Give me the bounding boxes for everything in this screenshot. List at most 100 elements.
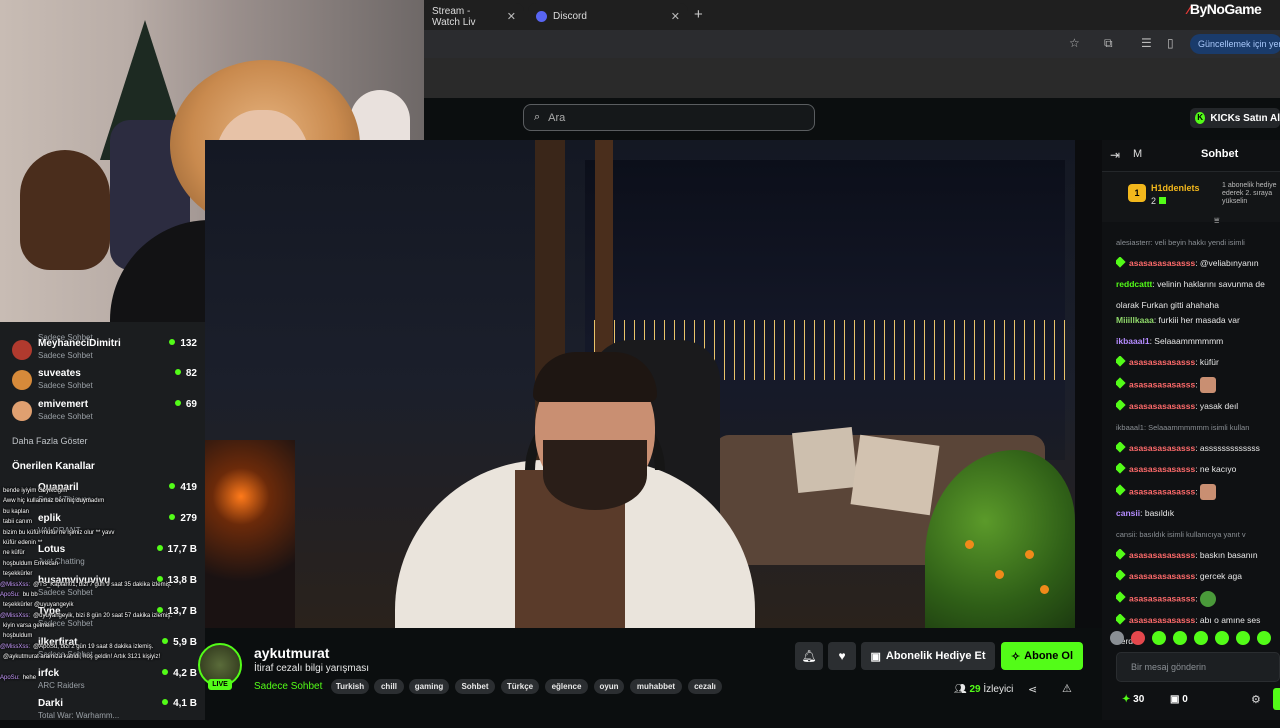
chat-text: baskın basanın	[1199, 550, 1258, 560]
viewer-count-value: 29	[969, 684, 981, 695]
leaderboard-user[interactable]: H1ddenlets	[1151, 183, 1200, 193]
overlay-chat-line: bende iyiyim Geyikciğim	[0, 486, 205, 496]
viewer-count: 82	[174, 368, 197, 379]
channel-points[interactable]: ✦ 30	[1122, 694, 1144, 705]
share-icon[interactable]: ⋖	[1028, 683, 1037, 696]
chat-username[interactable]: ikbaaal1	[1116, 336, 1150, 346]
chat-username[interactable]: asasasasasasss	[1129, 401, 1195, 411]
chat-username[interactable]: asasasasasasss	[1129, 593, 1195, 603]
chat-mode-toggle[interactable]: M	[1133, 148, 1142, 160]
tag-chip[interactable]: Turkish	[331, 679, 369, 694]
chat-username[interactable]: asasasasasasss	[1129, 486, 1195, 496]
tag-chip[interactable]: eğlence	[545, 679, 588, 694]
gift-icon: ▣	[1170, 694, 1180, 705]
subscribe-button[interactable]: ✧ Abone Ol	[1001, 642, 1083, 670]
emote-icon[interactable]	[1152, 631, 1166, 645]
chat-username[interactable]: asasasasasasss	[1129, 615, 1195, 625]
chat-username[interactable]: Miiillkaaa	[1116, 315, 1154, 325]
sidebar-channel[interactable]: emivemert Sadece Sohbet 69	[12, 399, 197, 429]
sparkle-icon: ✧	[1010, 650, 1021, 663]
overlay-chat-line: küfür edenin **	[0, 538, 205, 548]
brand-name: ByNoGame	[1189, 1, 1262, 17]
overlay-chat-text: teşekkürler @uyuyangeyik	[3, 602, 74, 609]
sidebar-channel[interactable]: suveates Sadece Sohbet 82	[12, 368, 197, 398]
emote-icon[interactable]	[1110, 631, 1124, 645]
emote-icon[interactable]	[1215, 631, 1229, 645]
gear-icon[interactable]: ⚙	[1251, 693, 1261, 706]
overlay-chat-user: ApoSu:	[0, 675, 20, 682]
close-icon[interactable]: ✕	[507, 10, 516, 23]
search-input[interactable]: ⌕ Ara	[523, 104, 815, 131]
collapse-chat-icon[interactable]: ⇥	[1110, 148, 1120, 162]
chat-message-input[interactable]: Bir mesaj gönderin	[1116, 652, 1280, 682]
chat-username[interactable]: asasasasasasss	[1129, 571, 1195, 581]
gift-counter[interactable]: ▣ 0	[1170, 694, 1188, 705]
sidebar-channel[interactable]: MeyhaneciDimitri Sadece Sohbet 132	[12, 338, 197, 368]
extensions-icon[interactable]: ⧉	[1104, 36, 1113, 51]
chat-text: velinin haklarını savunma de	[1157, 279, 1265, 289]
new-tab-button[interactable]: +	[694, 6, 703, 23]
tag-chip[interactable]: Sohbet	[455, 679, 495, 694]
overlay-chat-line: hoşbuldum	[0, 631, 205, 641]
chat-message: Miiillkaaa: furkiii her masada var	[1116, 314, 1280, 327]
chat-username[interactable]: asasasasasasss	[1129, 357, 1195, 367]
stream-category[interactable]: Sadece Sohbet	[254, 681, 322, 692]
chat-reply-context: ikbaaal1: Selaaammmmmm isimli kullan	[1116, 423, 1250, 432]
report-icon[interactable]: ⚠	[1062, 682, 1072, 695]
side-panel-icon[interactable]: ▯	[1167, 36, 1174, 50]
tag-chip[interactable]: chill	[374, 679, 404, 694]
emote-icon[interactable]	[1236, 631, 1250, 645]
follow-button[interactable]: ♥	[828, 642, 856, 670]
live-badge: LIVE	[208, 679, 232, 690]
face-emote-icon	[1199, 377, 1216, 393]
emote-icon[interactable]	[1194, 631, 1208, 645]
tab-discord[interactable]: Discord ✕	[528, 3, 688, 30]
video-player[interactable]	[205, 140, 1075, 628]
star-icon[interactable]: ☆	[1069, 36, 1080, 50]
gift-subscription-button[interactable]: ▣ Abonelik Hediye Et	[861, 642, 995, 670]
tag-chip[interactable]: oyun	[594, 679, 624, 694]
expand-icon[interactable]: ⩸	[1214, 215, 1219, 226]
chat-username[interactable]: asasasasasasss	[1129, 464, 1195, 474]
show-more-link[interactable]: Daha Fazla Göster	[12, 436, 88, 446]
emote-icon[interactable]	[1257, 631, 1271, 645]
overlay-chat-user: @MissXss:	[0, 612, 31, 619]
kicks-icon: K	[1195, 112, 1206, 124]
tag-chip[interactable]: gaming	[409, 679, 449, 694]
tab-title: Discord	[553, 11, 587, 22]
tab-stream[interactable]: Stream - Watch Liv ✕	[424, 3, 524, 30]
buy-kicks-button[interactable]: K KICKs Satın Al	[1190, 108, 1280, 128]
emote-icon[interactable]	[1173, 631, 1187, 645]
update-button[interactable]: Güncellemek için yenic	[1190, 34, 1280, 54]
chat-username[interactable]: reddcattt	[1116, 279, 1152, 289]
send-button[interactable]	[1273, 688, 1280, 710]
close-icon[interactable]: ✕	[671, 10, 680, 23]
badge-icon	[1116, 463, 1126, 474]
emote-icon[interactable]	[1131, 631, 1145, 645]
media-icon[interactable]: ☰	[1141, 36, 1152, 50]
badge-icon	[1116, 442, 1126, 453]
chat-username[interactable]: asasasasasasss	[1129, 550, 1195, 560]
channel-category: Sadece Sohbet	[38, 381, 93, 390]
overlay-chat-text: hoşbuldum	[3, 633, 33, 640]
tag-chip[interactable]: Türkçe	[501, 679, 539, 694]
chat-username[interactable]: cansii	[1116, 508, 1140, 518]
chat-message: asasasasasasss: baskın basanın	[1116, 549, 1280, 562]
tag-chip[interactable]: cezalı	[688, 679, 722, 694]
streamer-hair	[533, 352, 657, 402]
teddy-bear	[20, 150, 110, 270]
channel-name[interactable]: aykutmurat	[254, 645, 329, 661]
chat-text: ne kacıyo	[1199, 464, 1237, 474]
overlay-chat-user: ApoSu:	[0, 591, 20, 598]
overlay-chat-text: küfür edenin **	[3, 539, 43, 546]
chat-reply-context: alesiasterr: veli beyin hakkı yendi isim…	[1116, 238, 1245, 247]
orange-fruit	[1040, 585, 1049, 594]
chat-messages: alesiasterr: veli beyin hakkı yendi isim…	[1102, 236, 1280, 646]
notification-bell-button[interactable]: 🔔︎	[795, 642, 823, 670]
chat-username[interactable]: asasasasasasss	[1129, 258, 1195, 268]
chat-message: asasasasasasss: yasak deıl	[1116, 400, 1280, 413]
tag-chip[interactable]: muhabbet	[630, 679, 682, 694]
chat-username[interactable]: asasasasasasss	[1129, 379, 1195, 389]
chat-username[interactable]: asasasasasasss	[1129, 443, 1195, 453]
stream-title: İtiraf cezalı bilgi yarışması	[254, 663, 370, 674]
